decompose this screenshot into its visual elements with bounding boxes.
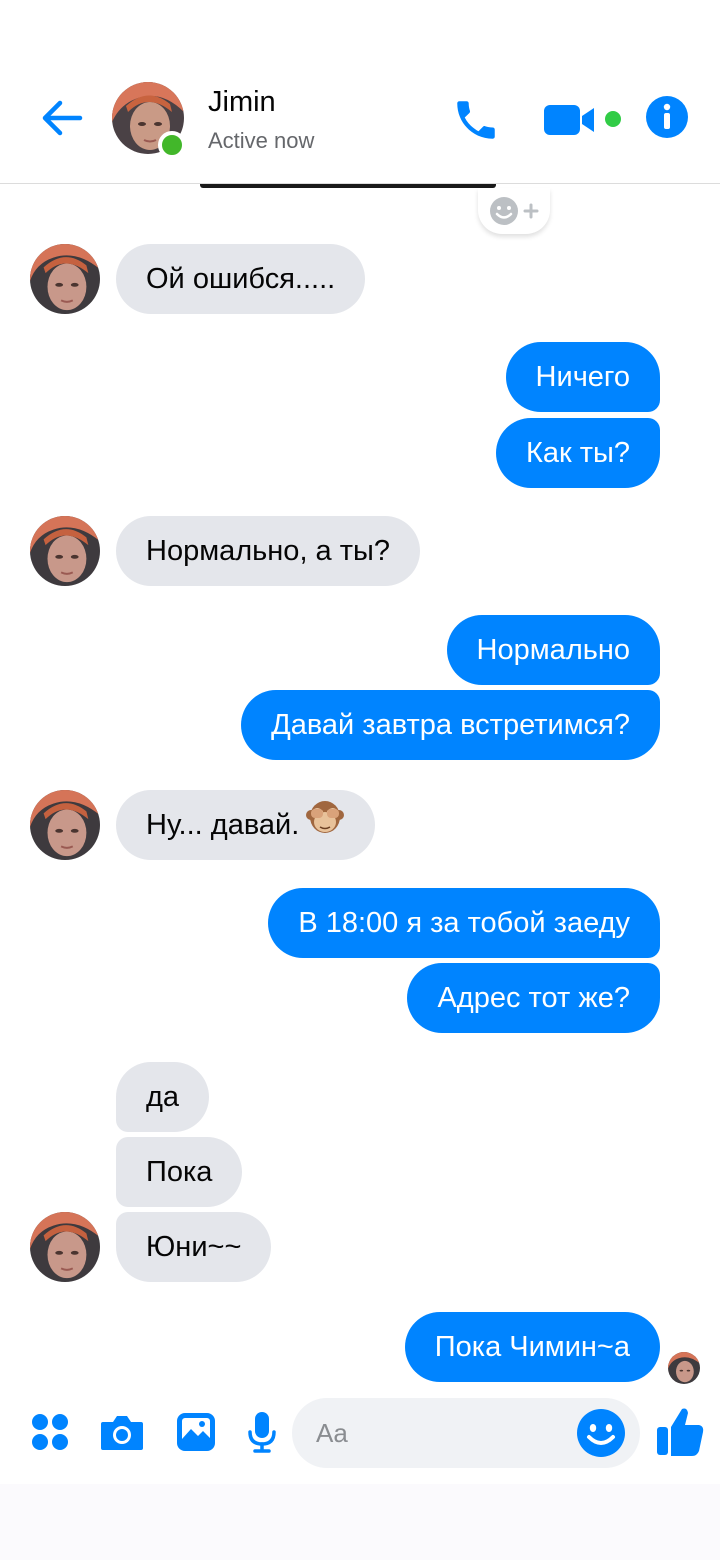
- apps-button[interactable]: [28, 1410, 72, 1454]
- message-input[interactable]: [316, 1398, 566, 1468]
- camera-icon: [101, 1416, 143, 1450]
- bottom-safe-area: [0, 1484, 720, 1560]
- message-bubble-incoming[interactable]: Ну... давай.: [116, 790, 376, 861]
- video-active-dot: [605, 111, 621, 127]
- microphone-icon: [248, 1412, 276, 1453]
- contact-name[interactable]: Jimin: [208, 86, 276, 119]
- previous-media-attachment[interactable]: [200, 184, 496, 188]
- message-bubble-outgoing[interactable]: Давай завтра встретимся?: [241, 690, 660, 760]
- sender-avatar[interactable]: [30, 1212, 100, 1282]
- voice-message-button[interactable]: [242, 1408, 282, 1456]
- message-bubble-outgoing[interactable]: Нормально: [446, 615, 660, 685]
- message-bubble-outgoing[interactable]: В 18:00 я за тобой заеду: [268, 888, 660, 958]
- video-camera-icon: [544, 105, 594, 135]
- message-input-field[interactable]: [292, 1398, 640, 1468]
- see-no-evil-monkey-icon: [305, 791, 345, 861]
- info-icon: [646, 96, 688, 138]
- add-reaction-button[interactable]: [478, 188, 550, 234]
- thumbs-up-icon: [657, 1408, 704, 1456]
- sender-avatar[interactable]: [30, 244, 100, 314]
- phone-icon: [457, 101, 495, 139]
- message-bubble-incoming[interactable]: Ой ошибся.....: [116, 244, 366, 314]
- message-bubble-incoming[interactable]: Нормально, а ты?: [116, 516, 420, 586]
- gallery-button[interactable]: [174, 1410, 218, 1454]
- sender-avatar[interactable]: [30, 790, 100, 860]
- info-button[interactable]: [644, 94, 690, 140]
- message-bubble-outgoing[interactable]: Пока Чимин~а: [404, 1312, 660, 1382]
- emoji-icon: [577, 1409, 625, 1457]
- like-button[interactable]: [654, 1404, 706, 1460]
- message-bubble-incoming[interactable]: да: [116, 1062, 210, 1132]
- seen-receipt-avatar: [668, 1352, 700, 1384]
- message-bubble-incoming[interactable]: Юни~~: [116, 1212, 272, 1282]
- message-bubble-outgoing[interactable]: Ничего: [505, 342, 660, 412]
- gallery-icon: [177, 1413, 215, 1451]
- online-indicator: [158, 131, 186, 159]
- message-bubble-outgoing[interactable]: Как ты?: [495, 418, 660, 488]
- contact-status: Active now: [208, 128, 315, 153]
- conversation-header: Jimin Active now: [0, 0, 720, 184]
- voice-call-button[interactable]: [448, 92, 504, 148]
- message-text: Ну... давай.: [146, 809, 300, 841]
- emoji-button[interactable]: [576, 1408, 626, 1458]
- camera-button[interactable]: [98, 1410, 146, 1454]
- sender-avatar[interactable]: [30, 516, 100, 586]
- back-arrow-icon: [42, 100, 83, 136]
- message-bubble-incoming[interactable]: Пока: [116, 1137, 243, 1207]
- apps-icon: [32, 1414, 68, 1450]
- add-reaction-icon: [490, 197, 539, 225]
- message-bubble-outgoing[interactable]: Адрес тот же?: [407, 963, 660, 1033]
- back-button[interactable]: [36, 92, 88, 144]
